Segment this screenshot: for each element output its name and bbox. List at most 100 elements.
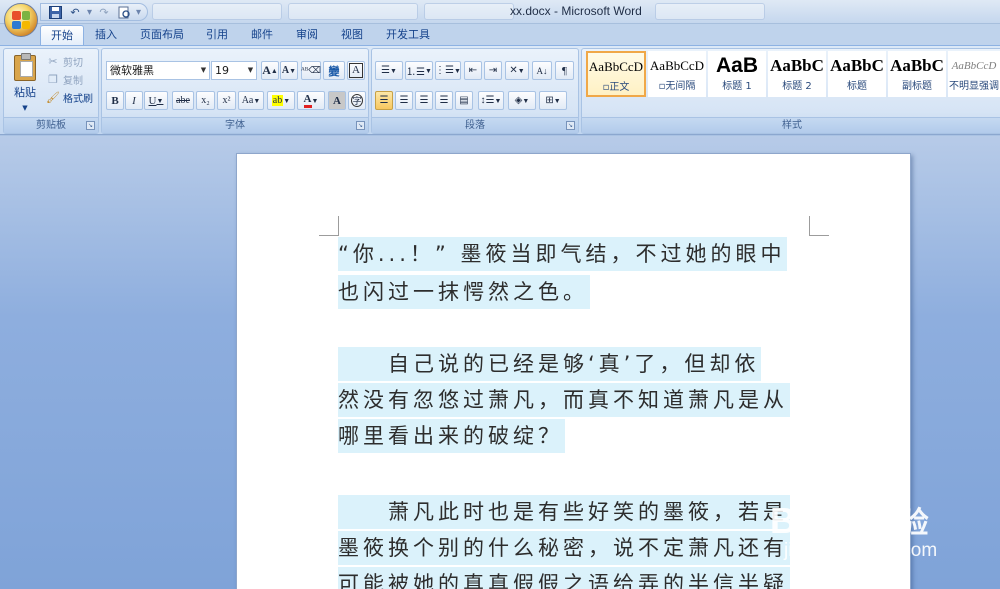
style-name: 标题 2: [782, 81, 812, 92]
text-line: “你...！” 墨筱当即气结，不过她的眼中: [338, 237, 788, 271]
window-title: xx.docx - Microsoft Word: [510, 4, 642, 18]
multilevel-list-button[interactable]: ⋮☰ ▼: [435, 61, 461, 80]
format-painter-button[interactable]: 🖌 格式刷: [46, 89, 93, 106]
tab-insert[interactable]: 插入: [85, 25, 127, 45]
border-icon: ⊞: [545, 95, 554, 106]
chevron-down-icon: ▼: [200, 66, 207, 74]
paragraph-group: ☰ ▼ ⒈☰ ▼ ⋮☰ ▼ ⇤ ⇥ ✕ ▼ A↓ ¶ ☰ ☰ ☰ ☰ ▤ ↕☰ ▼ ◈ ▼ …: [371, 48, 579, 134]
char-border-button[interactable]: A: [347, 61, 365, 80]
sort-icon: A↓: [536, 65, 548, 76]
phonetic-guide-button[interactable]: 變: [323, 61, 345, 80]
italic-button[interactable]: I: [125, 91, 143, 110]
underline-button[interactable]: U ▼: [144, 91, 168, 110]
margin-corner-mark: [809, 216, 829, 236]
font-size-select[interactable]: 19 ▼: [211, 61, 257, 80]
office-button[interactable]: [4, 3, 38, 37]
highlight-button[interactable]: ab ▼: [267, 91, 295, 110]
enclose-chars-button[interactable]: 字: [348, 91, 366, 110]
tab-references[interactable]: 引用: [196, 25, 238, 45]
dialog-launcher-icon[interactable]: ↘: [356, 121, 365, 130]
align-right-icon: ☰: [419, 95, 429, 106]
enclose-chars-icon: 字: [351, 94, 363, 107]
background-window-tab: [288, 3, 418, 20]
ribbon: 粘贴 ▼ ✂ 剪切 ❐ 复制 🖌 格式刷 剪贴板 ↘ 微软雅黑 ▼ 19 ▼ A…: [0, 45, 1000, 135]
subscript-button[interactable]: x₂: [196, 91, 215, 110]
style-name: 副标题: [902, 81, 932, 92]
tab-mailings[interactable]: 邮件: [241, 25, 283, 45]
print-preview-icon[interactable]: [116, 5, 132, 20]
strikethrough-icon: abe: [176, 95, 190, 106]
redo-icon[interactable]: ↷: [96, 5, 112, 20]
style-name: ▫正文: [602, 82, 630, 93]
change-case-icon: Aa: [241, 95, 254, 106]
style-item-normal[interactable]: AaBbCcD ▫正文: [586, 51, 646, 97]
tab-review[interactable]: 审阅: [286, 25, 328, 45]
style-item-subtitle[interactable]: AaBbC 副标题: [888, 51, 946, 97]
style-sample: AaBbC: [890, 56, 944, 75]
copy-button[interactable]: ❐ 复制: [46, 71, 83, 88]
change-case-button[interactable]: Aa ▼: [238, 91, 264, 110]
style-item-subtle-emphasis[interactable]: AaBbCcD 不明显强调: [948, 51, 1000, 97]
increase-indent-icon: ⇥: [488, 65, 498, 76]
copy-icon: ❐: [48, 73, 58, 86]
sort-button[interactable]: A↓: [532, 61, 552, 80]
align-center-button[interactable]: ☰: [395, 91, 413, 110]
style-item-heading-1[interactable]: AaB 标题 1: [708, 51, 766, 97]
chinese-layout-button[interactable]: ✕ ▼: [505, 61, 529, 80]
font-color-button[interactable]: A ▼: [297, 91, 325, 110]
style-item-title[interactable]: AaBbC 标题: [828, 51, 886, 97]
bullets-button[interactable]: ☰ ▼: [375, 61, 403, 80]
dialog-launcher-icon[interactable]: ↘: [86, 121, 95, 130]
increase-indent-button[interactable]: ⇥: [484, 61, 502, 80]
borders-button[interactable]: ⊞ ▼: [539, 91, 567, 110]
justify-button[interactable]: ☰: [435, 91, 453, 110]
shrink-font-button[interactable]: A ▼: [280, 61, 298, 80]
cut-button[interactable]: ✂ 剪切: [46, 53, 83, 70]
line-spacing-button[interactable]: ↕☰ ▼: [478, 91, 504, 110]
text-line: 哪里看出来的破绽？: [338, 419, 565, 453]
font-group-label: 字体: [102, 117, 368, 133]
strikethrough-button[interactable]: abe: [172, 91, 194, 110]
show-marks-button[interactable]: ¶: [555, 61, 574, 80]
text-line: 自己说的已经是够‘真’了，但却依: [338, 347, 762, 381]
tab-developer[interactable]: 开发工具: [376, 25, 440, 45]
font-group: 微软雅黑 ▼ 19 ▼ A ▲ A ▼ ᴬᴮ⌫ 變 A B I U ▼ abe x₂ …: [101, 48, 369, 134]
paint-bucket-icon: ◈: [514, 95, 523, 106]
clear-formatting-button[interactable]: ᴬᴮ⌫: [301, 61, 321, 80]
superscript-icon: x²: [222, 95, 231, 106]
superscript-button[interactable]: x²: [217, 91, 236, 110]
distributed-button[interactable]: ▤: [455, 91, 473, 110]
tab-home[interactable]: 开始: [40, 25, 84, 45]
paintbrush-icon: 🖌: [46, 91, 60, 104]
font-name-select[interactable]: 微软雅黑 ▼: [106, 61, 210, 80]
decrease-indent-button[interactable]: ⇤: [464, 61, 482, 80]
char-border-icon: A: [349, 63, 363, 78]
clipboard-group: 粘贴 ▼ ✂ 剪切 ❐ 复制 🖌 格式刷 剪贴板 ↘: [3, 48, 99, 134]
pilcrow-icon: ¶: [562, 64, 567, 77]
style-item-no-spacing[interactable]: AaBbCcD ▫无间隔: [648, 51, 706, 97]
styles-group-label: 样式: [582, 117, 1000, 133]
paste-button[interactable]: 粘贴 ▼: [8, 53, 42, 113]
align-right-button[interactable]: ☰: [415, 91, 433, 110]
shading-button[interactable]: ◈ ▼: [508, 91, 536, 110]
grow-font-icon: A: [262, 63, 271, 77]
watermark-url: jingyan.baidu.com: [784, 540, 938, 561]
style-sample: AaBbCcD: [649, 58, 705, 73]
style-item-heading-2[interactable]: AaBbC 标题 2: [768, 51, 826, 97]
title-bar: ↶ ▾ ↷ ▾ xx.docx - Microsoft Word: [0, 0, 1000, 24]
undo-icon[interactable]: ↶: [67, 5, 83, 20]
customize-qat-icon[interactable]: ▾: [136, 7, 141, 18]
numbering-button[interactable]: ⒈☰ ▼: [405, 61, 433, 80]
align-left-button[interactable]: ☰: [375, 91, 393, 110]
highlighter-icon: ab: [271, 95, 284, 106]
dialog-launcher-icon[interactable]: ↘: [566, 121, 575, 130]
save-icon[interactable]: [47, 5, 63, 20]
bold-button[interactable]: B: [106, 91, 124, 110]
tab-page-layout[interactable]: 页面布局: [130, 25, 194, 45]
char-shading-button[interactable]: A: [328, 91, 346, 110]
margin-corner-mark: [319, 216, 339, 236]
tab-view[interactable]: 视图: [331, 25, 373, 45]
font-color-icon: A: [303, 93, 312, 108]
background-windows: [152, 3, 514, 20]
grow-font-button[interactable]: A ▲: [261, 61, 279, 80]
